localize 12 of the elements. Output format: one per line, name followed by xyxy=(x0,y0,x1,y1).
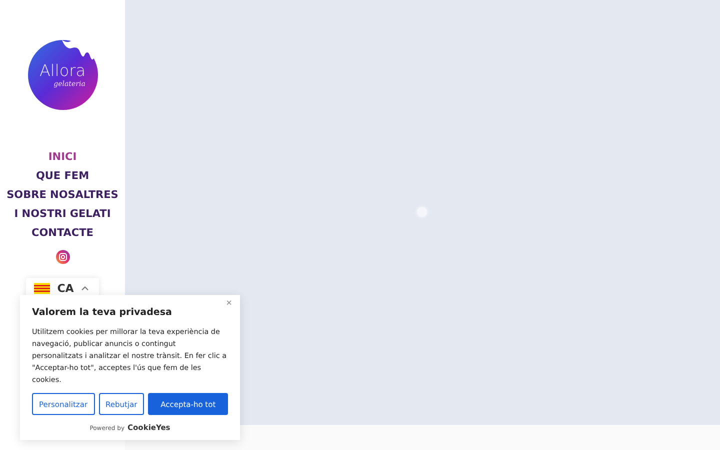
nav-link[interactable]: INICI xyxy=(48,150,77,165)
instagram-icon[interactable] xyxy=(56,250,70,264)
flag-icon xyxy=(34,283,50,294)
close-button[interactable]: × xyxy=(224,298,234,309)
caret-icon xyxy=(80,286,89,291)
nav-link[interactable]: CONTACTE xyxy=(32,226,94,241)
nav-link[interactable]: SOBRE NOSALTRES xyxy=(6,188,118,203)
nav-link[interactable]: QUE FEM xyxy=(36,169,90,184)
logo-name: Allora xyxy=(39,62,86,80)
banner-title: Valorem la teva privadesa xyxy=(32,307,173,318)
logo-drawing xyxy=(28,40,98,110)
nav-link[interactable]: I NOSTRI GELATI xyxy=(14,207,111,222)
